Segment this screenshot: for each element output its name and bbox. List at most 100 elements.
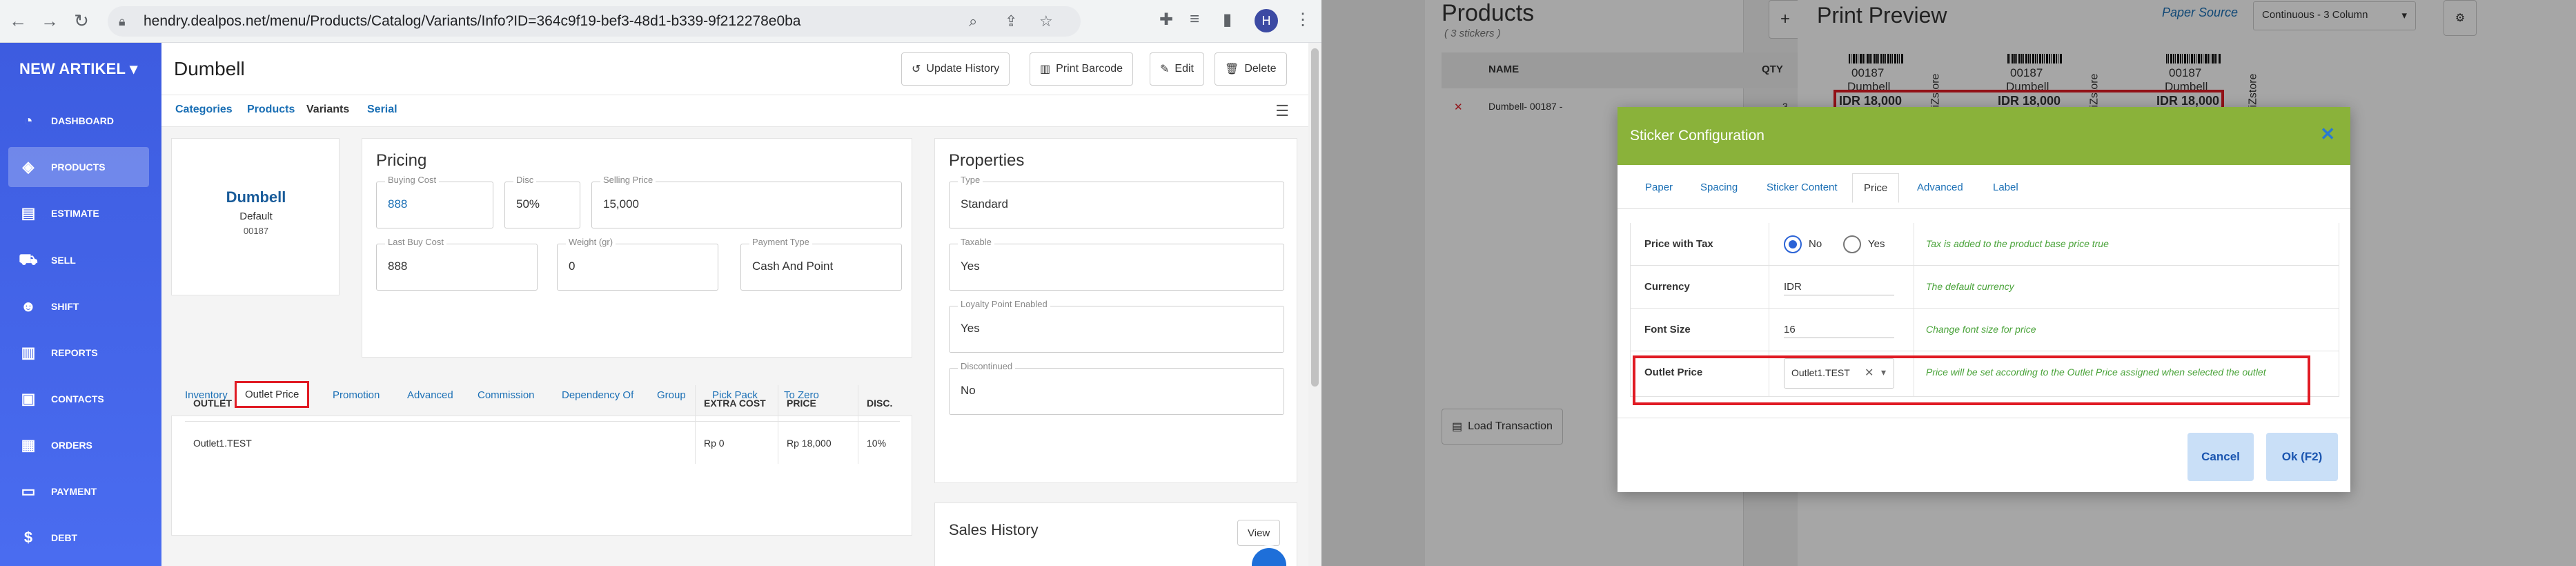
radio-no[interactable] — [1784, 235, 1802, 253]
reload-icon[interactable]: ↻ — [68, 8, 95, 35]
modal-tabs: Paper Spacing Sticker Content Price Adva… — [1618, 165, 2350, 209]
hamburger-icon[interactable]: ☰ — [1275, 102, 1289, 120]
tab-spacing[interactable]: Spacing — [1700, 182, 1738, 193]
properties-card: Properties Type Standard Taxable Yes Loyal… — [934, 138, 1297, 483]
ok-button[interactable]: Ok (F2) — [2266, 433, 2338, 481]
sidebar-item-label: SHIFT — [51, 301, 79, 312]
button-label: Update History — [926, 63, 1000, 75]
update-history-button[interactable]: ↺ Update History — [901, 52, 1010, 86]
tab-advanced[interactable]: Advanced — [1917, 182, 1963, 193]
field-label: Loyalty Point Enabled — [958, 299, 1050, 309]
edit-button[interactable]: ✎ Edit — [1150, 52, 1204, 86]
sidebar-item-orders[interactable]: ▦ ORDERS — [8, 425, 149, 465]
back-icon[interactable]: ← — [4, 8, 32, 35]
browser-toolbar: ← → ↻ 🔒︎ hendry.dealpos.net/menu/Product… — [0, 0, 1321, 43]
field-value: Yes — [961, 322, 980, 335]
sidebar-item-products[interactable]: ◈ PRODUCTS — [8, 147, 149, 187]
zoom-icon[interactable]: ⌕ — [969, 12, 977, 30]
tab-sticker-content[interactable]: Sticker Content — [1767, 182, 1838, 193]
disc-field[interactable]: Disc 50% — [504, 175, 580, 228]
sidebar-item-sell[interactable]: ⛟ SELL — [8, 240, 149, 280]
money-icon: ▭ — [21, 482, 36, 500]
field-label: Weight (gr) — [566, 237, 616, 247]
tab-price[interactable]: Price — [1852, 173, 1900, 203]
extensions-icon[interactable]: ✚ — [1159, 10, 1173, 30]
sidebar-item-label: PRODUCTS — [51, 162, 106, 173]
font-size-input[interactable]: 16 — [1784, 324, 1796, 335]
table-cell: Outlet1.TEST — [185, 421, 696, 464]
table-cell: 10% — [858, 421, 900, 464]
profile-avatar[interactable]: H — [1255, 9, 1278, 32]
field-value: 888 — [388, 260, 408, 273]
column-header: EXTRA COST — [696, 385, 778, 421]
field-value: 15,000 — [603, 197, 639, 211]
sidebar-item-label: CONTACTS — [51, 393, 104, 404]
delete-button[interactable]: 🗑︎ Delete — [1215, 52, 1287, 86]
sidebar-item-label: ESTIMATE — [51, 208, 99, 219]
sidebar-item-label: ORDERS — [51, 440, 92, 451]
menu-icon[interactable]: ⋮ — [1295, 10, 1311, 30]
close-icon[interactable]: ✕ — [2320, 124, 2335, 145]
vertical-scrollbar[interactable] — [1308, 43, 1321, 566]
price-with-tax-row: Price with Tax No Yes Tax is added to th… — [1630, 223, 2339, 266]
page-title: Dumbell — [174, 58, 245, 79]
share-icon[interactable]: ⇪ — [1005, 12, 1017, 30]
history-icon: ↺ — [912, 64, 921, 75]
tab-variants[interactable]: Variants — [306, 104, 349, 116]
currency-input[interactable]: IDR — [1784, 281, 1802, 293]
sidebar-item-dashboard[interactable]: ◔ DASHBOARD — [8, 101, 149, 141]
field-value: 50% — [516, 197, 540, 211]
sidebar-item-payment[interactable]: ▭ PAYMENT — [8, 471, 149, 511]
brand-menu[interactable]: NEW ARTIKEL ▾ — [0, 43, 161, 95]
contact-icon: ▣ — [21, 390, 36, 407]
tab-label[interactable]: Label — [1993, 182, 2018, 193]
sidebar-item-estimate[interactable]: ▤ ESTIMATE — [8, 193, 149, 233]
sidebar-item-shift[interactable]: ☻ SHIFT — [8, 286, 149, 326]
last-buy-cost-field[interactable]: Last Buy Cost 888 — [376, 237, 538, 291]
button-label: Print Barcode — [1056, 63, 1123, 75]
sidebar-item-contacts[interactable]: ▣ CONTACTS — [8, 379, 149, 419]
column-header: PRICE — [778, 385, 858, 421]
view-button[interactable]: View — [1237, 520, 1281, 546]
radio-yes[interactable] — [1843, 235, 1861, 253]
star-icon[interactable]: ☆ — [1039, 12, 1053, 30]
taxable-field[interactable]: Taxable Yes — [949, 237, 1284, 291]
barcode-icon: ▥ — [1040, 64, 1051, 75]
column-header: DISC. — [867, 398, 893, 409]
cancel-button[interactable]: Cancel — [2187, 433, 2254, 481]
type-field[interactable]: Type Standard — [949, 175, 1284, 228]
sidebar-item-debt[interactable]: $ DEBT — [8, 518, 149, 558]
sidebar-item-label: SELL — [51, 255, 76, 266]
sidebar-item-label: PAYMENT — [51, 486, 97, 497]
selling-price-field[interactable]: Selling Price 15,000 — [591, 175, 902, 228]
sidepanel-icon[interactable]: ▮ — [1223, 10, 1232, 30]
buying-cost-field[interactable]: Buying Cost 888 — [376, 175, 493, 228]
radio-label: Yes — [1868, 238, 1885, 250]
row-hint: Change font size for price — [1926, 324, 2036, 335]
sales-history-card: Sales History View — [934, 502, 1297, 566]
scrollbar-thumb[interactable] — [1311, 48, 1319, 387]
sidebar-item-reports[interactable]: ▥ REPORTS — [8, 333, 149, 373]
row-label: Font Size — [1644, 324, 1691, 335]
dashboard-icon: ◔ — [23, 112, 33, 129]
pencil-icon: ✎ — [1160, 64, 1170, 75]
tab-categories[interactable]: Categories — [175, 104, 233, 116]
radio-label: No — [1809, 238, 1822, 250]
forward-icon[interactable]: → — [36, 8, 63, 35]
weight-field[interactable]: Weight (gr) 0 — [557, 237, 718, 291]
media-icon[interactable]: ≡ — [1190, 10, 1199, 29]
address-bar[interactable]: 🔒︎ hendry.dealpos.net/menu/Products/Cata… — [108, 6, 1081, 37]
tab-paper[interactable]: Paper — [1645, 182, 1673, 193]
row-hint: Tax is added to the product base price t… — [1926, 238, 2109, 249]
loyalty-field[interactable]: Loyalty Point Enabled Yes — [949, 299, 1284, 353]
payment-type-field[interactable]: Payment Type Cash And Point — [740, 237, 902, 291]
orders-icon: ▦ — [21, 436, 36, 453]
field-value: No — [961, 384, 976, 397]
modal-title: Sticker Configuration — [1630, 128, 1764, 144]
tab-products[interactable]: Products — [247, 104, 295, 116]
field-value: 0 — [569, 260, 576, 273]
discontinued-field[interactable]: Discontinued No — [949, 361, 1284, 415]
cart-icon: ⛟ — [19, 250, 38, 268]
print-barcode-button[interactable]: ▥ Print Barcode — [1030, 52, 1134, 86]
tab-serial[interactable]: Serial — [367, 104, 397, 116]
